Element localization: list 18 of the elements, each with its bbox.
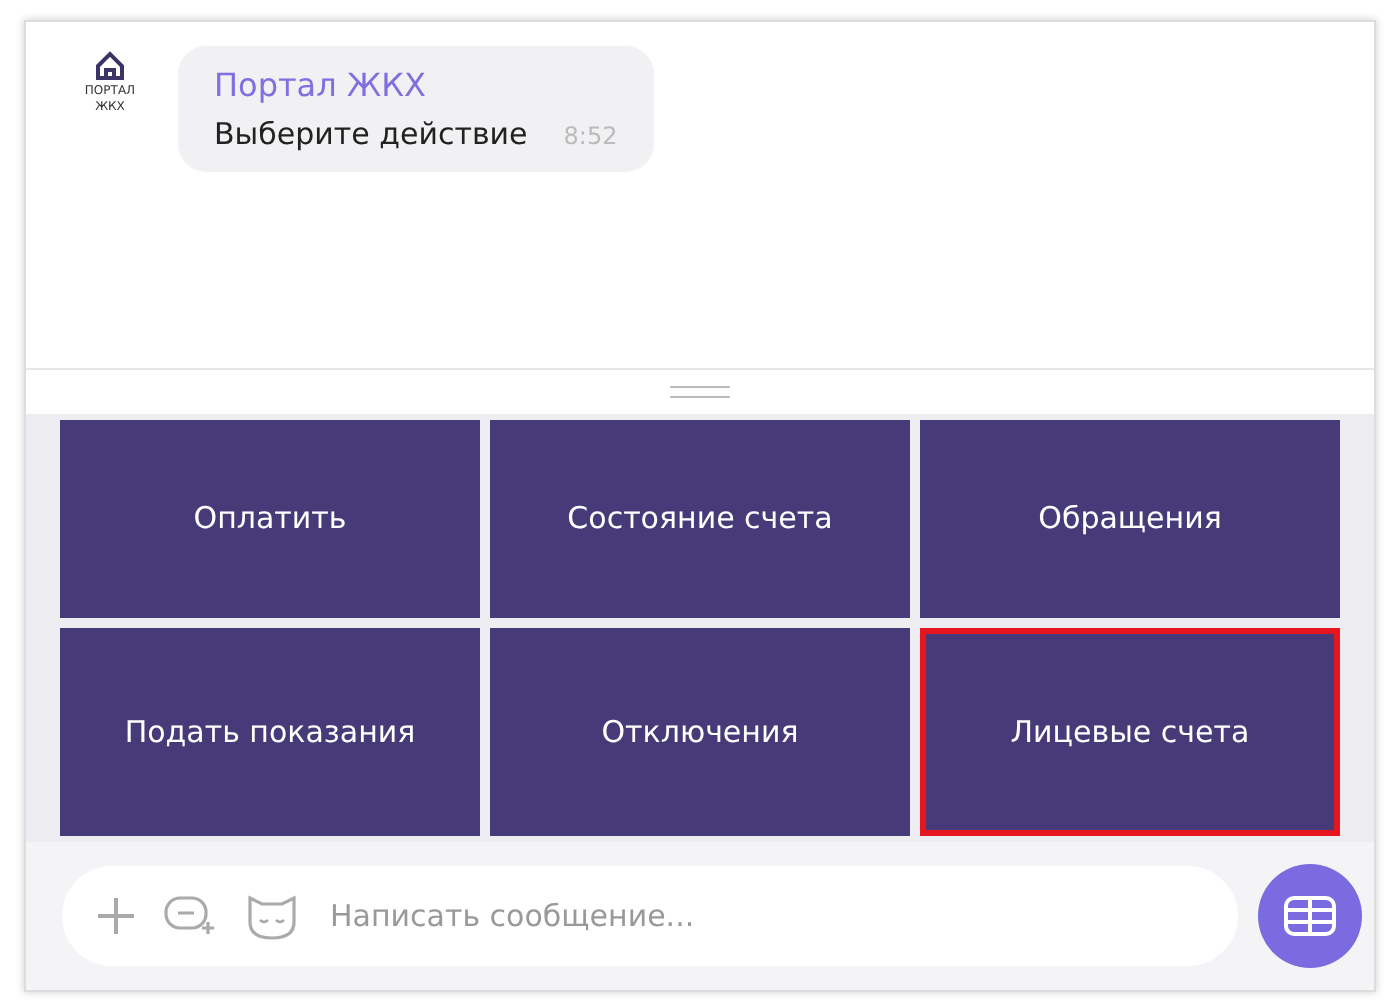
keyboard-button[interactable]: Состояние счета (490, 420, 910, 617)
cat-sticker-icon[interactable] (242, 890, 302, 942)
grid-icon (1284, 896, 1336, 936)
resize-handle[interactable] (670, 386, 730, 398)
keyboard-button[interactable]: Оплатить (60, 420, 480, 617)
keyboard-toggle-button[interactable] (1258, 864, 1362, 968)
plus-icon[interactable] (94, 894, 138, 938)
message-time: 8:52 (563, 122, 618, 150)
keyboard-button[interactable]: Подать показания (60, 627, 480, 836)
house-icon (94, 50, 126, 82)
message-text: Выберите действие (214, 116, 528, 152)
gif-icon[interactable] (162, 892, 218, 940)
keyboard-button[interactable]: Лицевые счета (920, 627, 1340, 836)
sender-name: Портал ЖКХ (214, 66, 428, 104)
message-input[interactable]: Написать сообщение... (326, 896, 1206, 936)
keyboard-button[interactable]: Отключения (490, 627, 910, 836)
message-field[interactable]: Написать сообщение... (62, 866, 1238, 966)
keyboard-button[interactable]: Обращения (920, 420, 1340, 617)
